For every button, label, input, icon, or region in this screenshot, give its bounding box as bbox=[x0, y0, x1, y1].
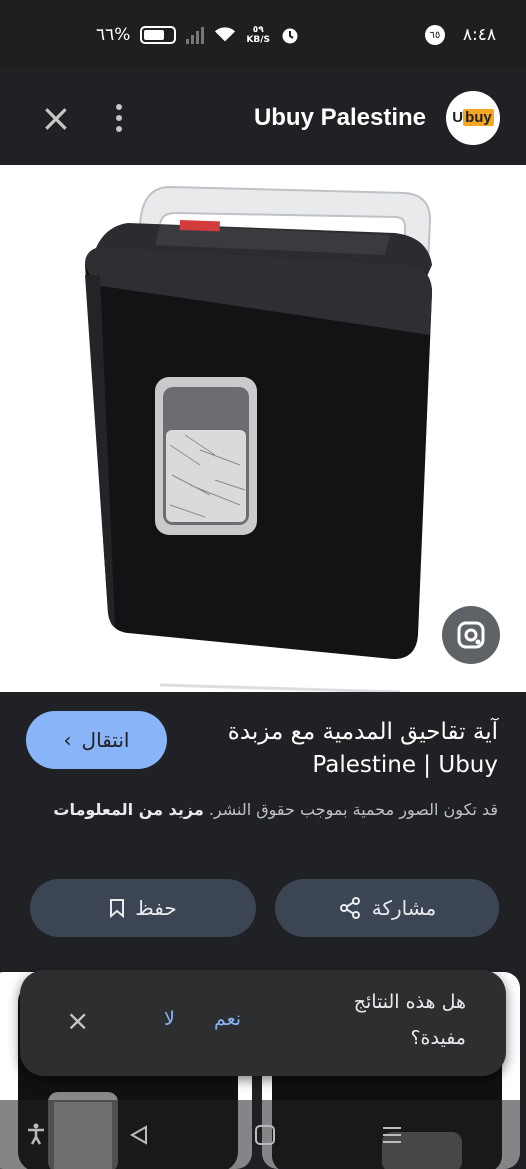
chevron-left-icon: ‹ bbox=[63, 728, 72, 752]
lens-icon bbox=[457, 621, 485, 649]
status-left: ٦٦% ٥٩ KB/S bbox=[96, 25, 300, 45]
top-bar: × Ubuy Palestine Ubuy bbox=[0, 70, 526, 165]
network-speed: ٥٩ KB/S bbox=[246, 25, 271, 45]
paper-shredder-image bbox=[85, 185, 432, 692]
alarm-icon bbox=[282, 28, 298, 44]
status-bar: ٦٦% ٥٩ KB/S ٦٥ ٨:٤٨ bbox=[0, 0, 526, 70]
clock: ٨:٤٨ bbox=[462, 25, 496, 45]
feedback-question: هل هذه النتائج مفيدة؟ bbox=[353, 991, 466, 1049]
notification-badge: ٦٥ bbox=[424, 25, 445, 45]
feedback-card: هل هذه النتائج مفيدة؟ نعم لا × bbox=[20, 970, 506, 1076]
system-nav-bar bbox=[0, 1100, 526, 1169]
bookmark-icon bbox=[110, 899, 125, 918]
result-image[interactable] bbox=[0, 165, 526, 692]
site-logo[interactable]: Ubuy bbox=[446, 90, 500, 145]
more-info-link[interactable]: مزيد من المعلومات bbox=[53, 800, 203, 819]
more-vert-icon[interactable] bbox=[116, 103, 122, 132]
battery-icon bbox=[140, 26, 177, 44]
home-icon[interactable] bbox=[254, 1124, 276, 1146]
status-right: ٦٥ ٨:٤٨ bbox=[424, 25, 496, 45]
feedback-yes-button[interactable]: نعم bbox=[214, 1008, 241, 1030]
share-icon bbox=[339, 897, 360, 919]
info-panel: ‹ انتقال آية تقاحيق المدمية مع مزبدة Pal… bbox=[0, 692, 526, 1169]
accessibility-icon[interactable] bbox=[24, 1122, 48, 1146]
save-button[interactable]: حفظ bbox=[30, 879, 256, 937]
signal-icon bbox=[186, 26, 205, 44]
lens-search-button[interactable] bbox=[442, 606, 500, 664]
share-button[interactable]: مشاركة bbox=[275, 879, 499, 937]
recents-icon[interactable] bbox=[380, 1124, 404, 1146]
visit-button[interactable]: ‹ انتقال bbox=[26, 711, 167, 769]
wifi-icon bbox=[215, 27, 236, 42]
back-icon[interactable] bbox=[128, 1124, 150, 1146]
battery-percent: ٦٦% bbox=[96, 25, 131, 45]
result-title: آية تقاحيق المدمية مع مزبدة Palestine | … bbox=[227, 719, 498, 778]
site-title: Ubuy Palestine bbox=[253, 103, 426, 131]
feedback-no-button[interactable]: لا bbox=[164, 1008, 175, 1030]
close-icon[interactable]: × bbox=[66, 1004, 89, 1037]
close-icon[interactable]: × bbox=[40, 99, 80, 137]
copyright-notice: قد تكون الصور محمية بموجب حقوق النشر. مز… bbox=[53, 800, 498, 819]
